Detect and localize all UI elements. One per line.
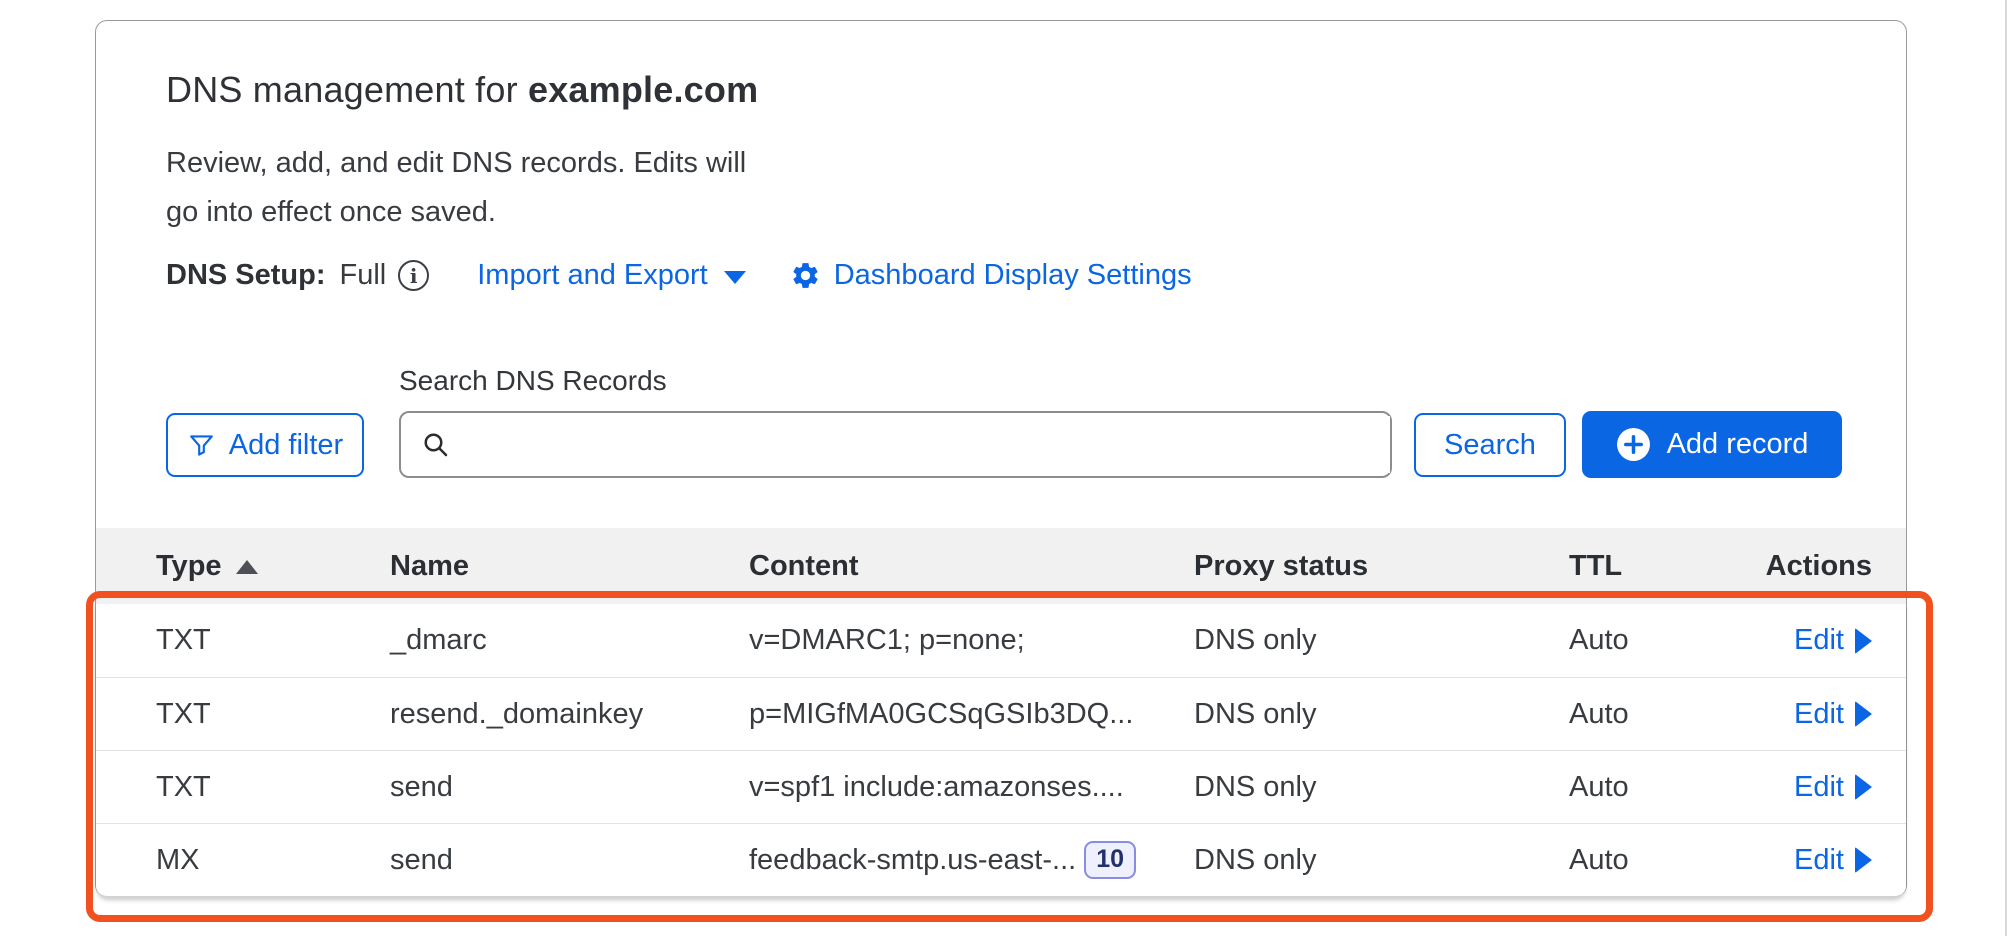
column-header-actions: Actions bbox=[1754, 550, 1872, 583]
chevron-right-icon bbox=[1855, 628, 1872, 654]
dns-setup-value: Full bbox=[340, 259, 387, 292]
page-subtitle: Review, add, and edit DNS records. Edits… bbox=[166, 139, 746, 237]
cell-type: TXT bbox=[156, 771, 390, 804]
subtitle-line-1: Review, add, and edit DNS records. Edits… bbox=[166, 139, 746, 188]
table-row: TXT_dmarcv=DMARC1; p=none; DNS onlyAuto Ed… bbox=[96, 604, 1906, 677]
cell-content: p=MIGfMA0GCSqGSIb3DQ... bbox=[749, 698, 1194, 731]
content-value: v=DMARC1; p=none; bbox=[749, 624, 1025, 657]
column-header-proxy-status[interactable]: Proxy status bbox=[1194, 550, 1569, 583]
table-row: TXTsendv=spf1 include:amazonses.... DNS o… bbox=[96, 750, 1906, 823]
table-header-row: Type Name Content Proxy status TTL Actio… bbox=[96, 528, 1906, 604]
import-export-link[interactable]: Import and Export bbox=[477, 259, 746, 292]
cell-content: v=DMARC1; p=none; bbox=[749, 624, 1194, 657]
add-filter-label: Add filter bbox=[229, 429, 343, 462]
page-title-prefix: DNS management for bbox=[166, 69, 528, 110]
edit-label: Edit bbox=[1794, 771, 1844, 804]
cell-content: v=spf1 include:amazonses.... bbox=[749, 771, 1194, 804]
dns-setup-row: DNS Setup: Full i Import and Export Dash… bbox=[166, 259, 1192, 292]
cell-name: resend._domainkey bbox=[390, 698, 749, 731]
add-record-label: Add record bbox=[1667, 428, 1809, 461]
cell-content: feedback-smtp.us-east-...10 bbox=[749, 841, 1194, 879]
column-header-ttl[interactable]: TTL bbox=[1569, 550, 1754, 583]
search-dns-records-label: Search DNS Records bbox=[399, 365, 667, 397]
page-right-divider bbox=[2005, 0, 2007, 936]
chevron-right-icon bbox=[1855, 847, 1872, 873]
add-filter-button[interactable]: Add filter bbox=[166, 413, 364, 477]
column-header-content[interactable]: Content bbox=[749, 550, 1194, 583]
cell-ttl: Auto bbox=[1569, 844, 1754, 877]
edit-record-link[interactable]: Edit bbox=[1794, 698, 1872, 731]
search-box bbox=[399, 411, 1392, 478]
cell-type: TXT bbox=[156, 698, 390, 731]
table-body: TXT_dmarcv=DMARC1; p=none;DNS onlyAutoEd… bbox=[96, 604, 1906, 898]
cell-ttl: Auto bbox=[1569, 698, 1754, 731]
dashboard-display-settings-label: Dashboard Display Settings bbox=[834, 259, 1192, 292]
add-record-button[interactable]: Add record bbox=[1582, 411, 1842, 478]
cell-actions: Edit bbox=[1754, 771, 1872, 804]
edit-label: Edit bbox=[1794, 624, 1844, 657]
content-value: p=MIGfMA0GCSqGSIb3DQ... bbox=[749, 698, 1133, 731]
priority-badge: 10 bbox=[1084, 841, 1136, 879]
table-row: TXTresend._domainkeyp=MIGfMA0GCSqGSIb3DQ… bbox=[96, 677, 1906, 750]
chevron-right-icon bbox=[1855, 774, 1872, 800]
search-button[interactable]: Search bbox=[1414, 413, 1566, 477]
content-value: feedback-smtp.us-east-... bbox=[749, 844, 1076, 877]
cell-name: _dmarc bbox=[390, 624, 749, 657]
edit-label: Edit bbox=[1794, 844, 1844, 877]
page-title: DNS management for example.com bbox=[166, 69, 758, 111]
search-input[interactable] bbox=[463, 416, 1390, 473]
cell-proxy-status: DNS only bbox=[1194, 844, 1569, 877]
cell-proxy-status: DNS only bbox=[1194, 624, 1569, 657]
cell-name: send bbox=[390, 844, 749, 877]
dns-management-card: DNS management for example.com Review, a… bbox=[95, 20, 1907, 897]
dashboard-display-settings-link[interactable]: Dashboard Display Settings bbox=[790, 259, 1192, 292]
gear-icon bbox=[790, 260, 821, 291]
plus-circle-icon bbox=[1616, 427, 1651, 462]
sort-ascending-icon bbox=[236, 560, 258, 574]
cell-proxy-status: DNS only bbox=[1194, 771, 1569, 804]
filter-icon bbox=[187, 431, 216, 460]
cell-proxy-status: DNS only bbox=[1194, 698, 1569, 731]
subtitle-line-2: go into effect once saved. bbox=[166, 188, 746, 237]
dns-management-page: DNS management for example.com Review, a… bbox=[0, 0, 2012, 936]
cell-ttl: Auto bbox=[1569, 771, 1754, 804]
cell-actions: Edit bbox=[1754, 698, 1872, 731]
cell-ttl: Auto bbox=[1569, 624, 1754, 657]
import-export-label: Import and Export bbox=[477, 259, 708, 292]
column-header-type[interactable]: Type bbox=[156, 550, 390, 583]
column-header-name[interactable]: Name bbox=[390, 550, 749, 583]
edit-record-link[interactable]: Edit bbox=[1794, 624, 1872, 657]
cell-actions: Edit bbox=[1754, 624, 1872, 657]
search-icon bbox=[421, 430, 451, 460]
chevron-right-icon bbox=[1855, 701, 1872, 727]
content-value: v=spf1 include:amazonses.... bbox=[749, 771, 1124, 804]
cell-type: MX bbox=[156, 844, 390, 877]
cell-actions: Edit bbox=[1754, 844, 1872, 877]
chevron-down-icon bbox=[724, 271, 746, 284]
cell-type: TXT bbox=[156, 624, 390, 657]
edit-label: Edit bbox=[1794, 698, 1844, 731]
info-icon[interactable]: i bbox=[398, 260, 429, 291]
edit-record-link[interactable]: Edit bbox=[1794, 844, 1872, 877]
edit-record-link[interactable]: Edit bbox=[1794, 771, 1872, 804]
page-title-domain: example.com bbox=[528, 69, 758, 110]
table-row: MXsendfeedback-smtp.us-east-...10DNS onl… bbox=[96, 823, 1906, 896]
cell-name: send bbox=[390, 771, 749, 804]
dns-setup-label: DNS Setup: bbox=[166, 259, 326, 292]
